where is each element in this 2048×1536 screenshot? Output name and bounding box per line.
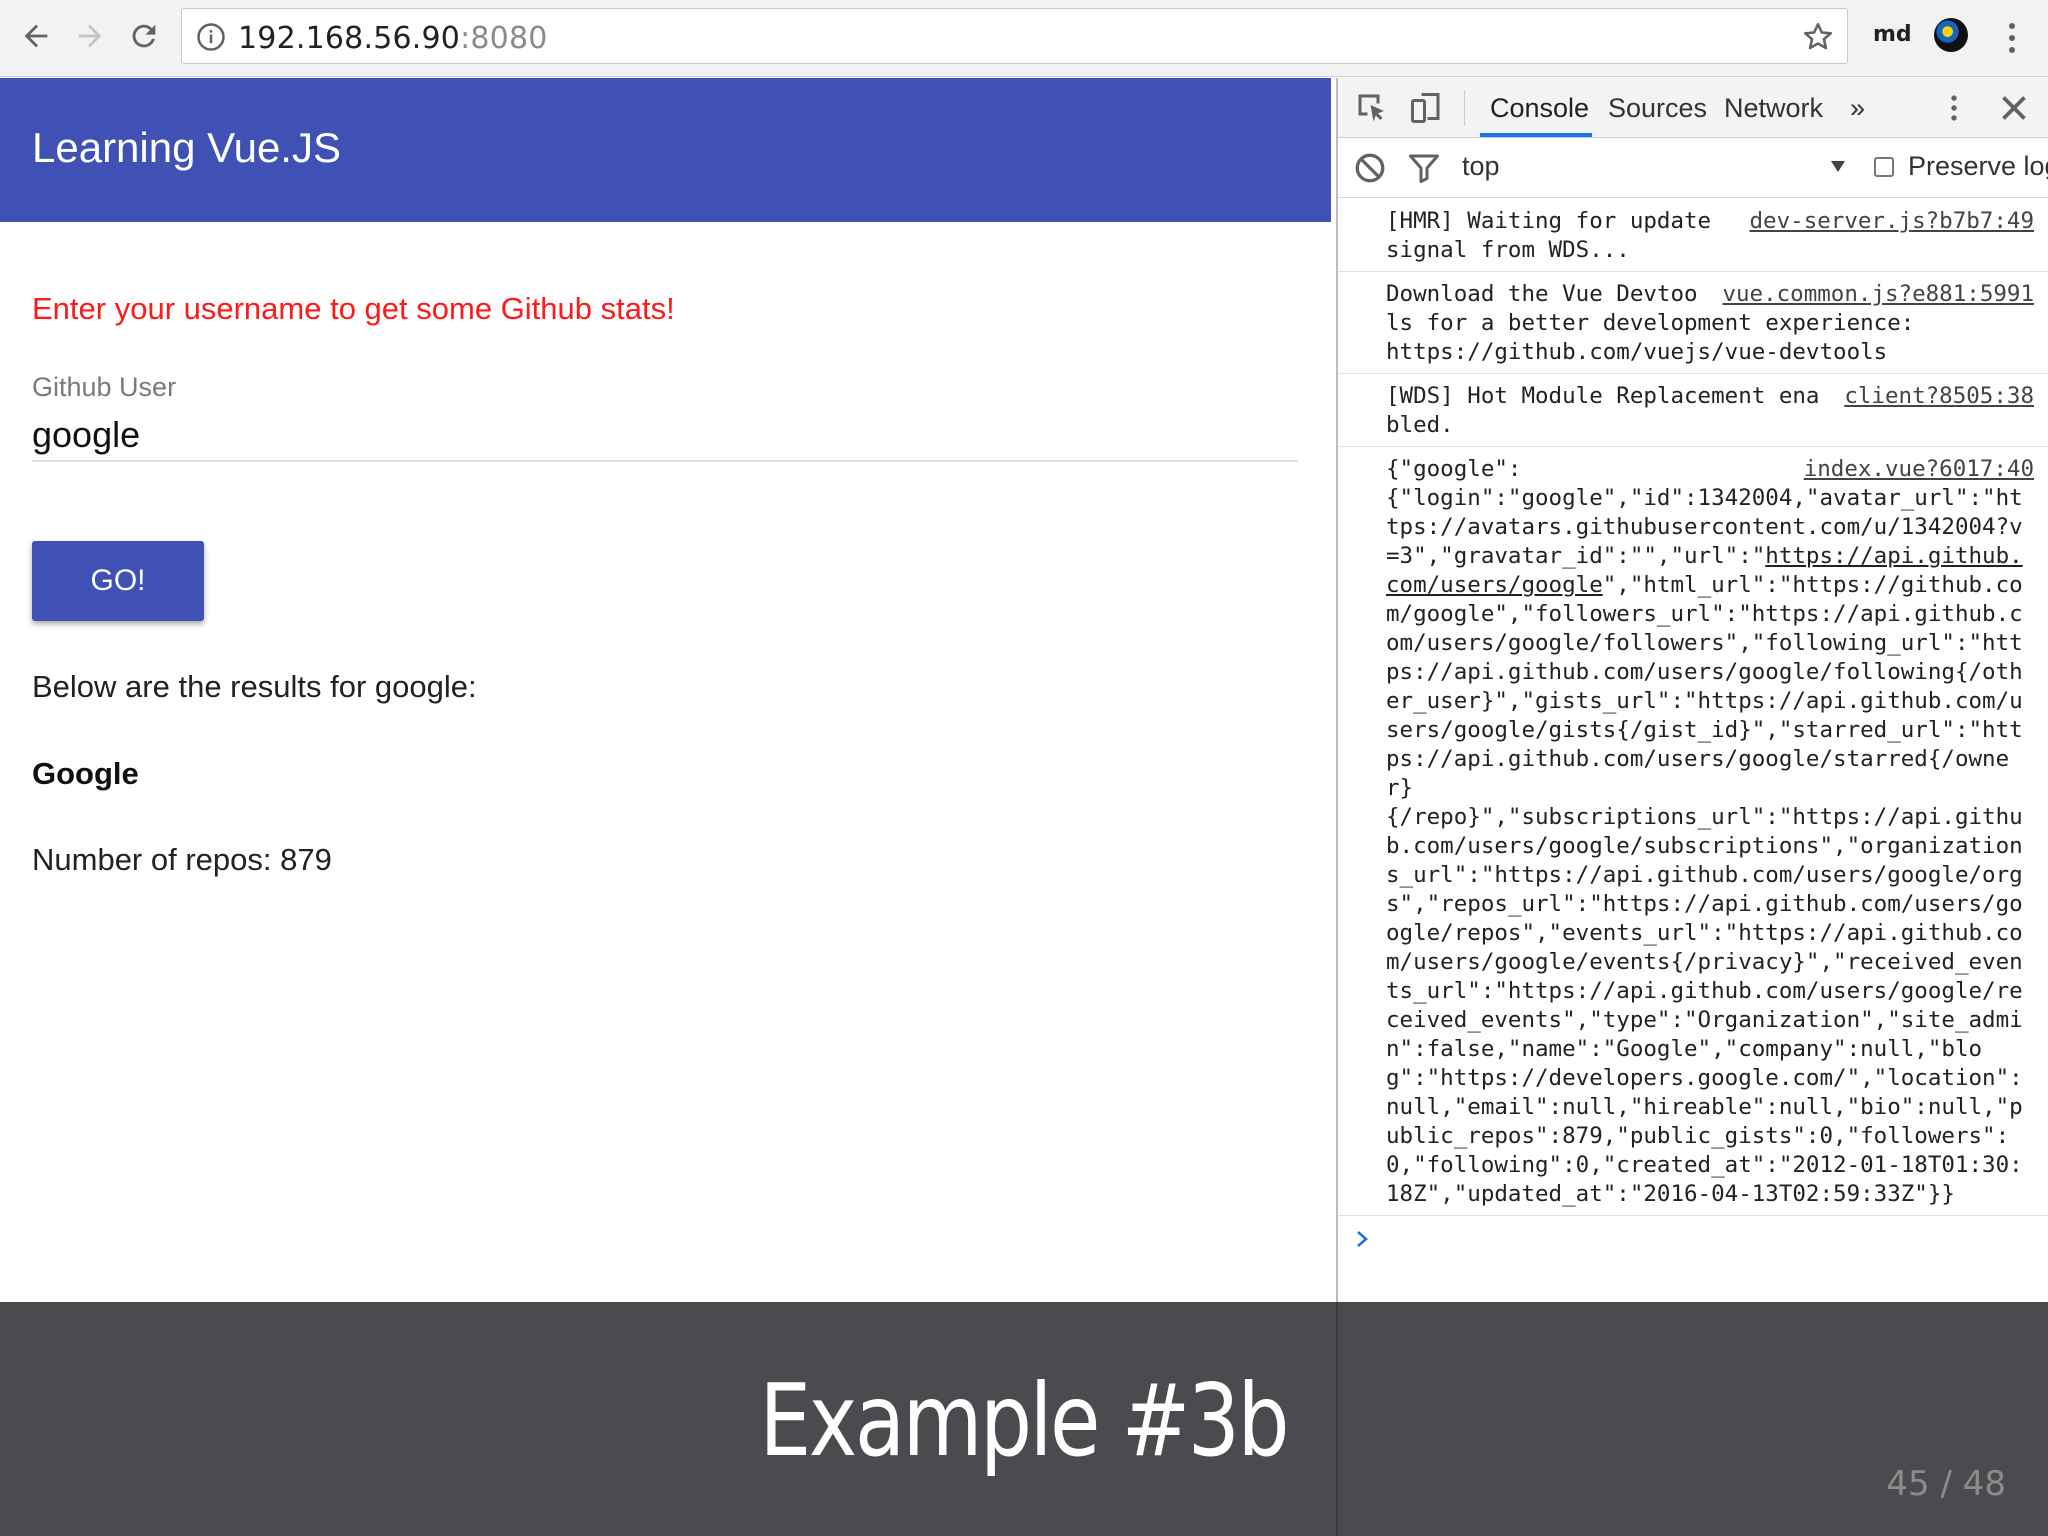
browser-toolbar: 192.168.56.90:8080 md <box>0 0 2048 77</box>
url-host: 192.168.56.90 <box>238 21 461 56</box>
repo-count: Number of repos: 879 <box>32 842 332 877</box>
tab-sources[interactable]: Sources <box>1608 93 1707 124</box>
console-message: index.vue?6017:40 {"google": {"login":"g… <box>1338 447 2048 1216</box>
devtools-menu-icon[interactable] <box>1942 90 1966 126</box>
clear-console-icon[interactable] <box>1352 150 1388 186</box>
console-message: vue.common.js?e881:5991 Download the Vue… <box>1338 272 2048 374</box>
github-user-label: Github User <box>32 372 177 402</box>
devtools-toolbar: Console Sources Network » <box>1338 78 2048 138</box>
reload-icon <box>132 24 156 48</box>
log-source-link[interactable]: vue.common.js?e881:5991 <box>1722 280 2034 309</box>
toolbar-separator <box>1464 90 1465 126</box>
preserve-log-checkbox[interactable] <box>1874 157 1894 177</box>
caret-down-icon[interactable] <box>1828 156 1848 176</box>
tab-more[interactable]: » <box>1850 93 1865 124</box>
url-port: :8080 <box>460 21 548 56</box>
log-text: [WDS] Hot Module Replacement enabled. <box>1386 383 1820 438</box>
app-title: Learning Vue.JS <box>32 124 341 171</box>
back-button[interactable] <box>14 14 58 58</box>
log-source-link[interactable]: dev-server.js?b7b7:49 <box>1750 207 2034 236</box>
console-message: client?8505:38 [WDS] Hot Module Replacem… <box>1338 374 2048 447</box>
log-source-link[interactable]: client?8505:38 <box>1844 382 2034 411</box>
preserve-log-label: Preserve log <box>1908 151 2048 181</box>
arrow-right-icon <box>78 24 102 48</box>
log-source-link[interactable]: index.vue?6017:40 <box>1804 455 2034 484</box>
inspect-element-icon[interactable] <box>1354 90 1390 126</box>
log-text: [HMR] Waiting for update signal from WDS… <box>1386 208 1725 263</box>
tab-network[interactable]: Network <box>1724 93 1823 124</box>
context-selector[interactable]: top <box>1462 151 1500 182</box>
console-output: dev-server.js?b7b7:49 [HMR] Waiting for … <box>1338 199 2048 1262</box>
device-toolbar-icon[interactable] <box>1408 90 1444 126</box>
tab-console[interactable]: Console <box>1490 93 1589 124</box>
slide-footer: Example #3b 45 / 48 <box>0 1302 2048 1536</box>
log-json-end: ","html_url":"https://github.com/google"… <box>1386 572 2023 1207</box>
arrow-left-icon <box>24 24 48 48</box>
github-user-input[interactable] <box>32 410 1298 462</box>
active-tab-indicator <box>1480 133 1592 137</box>
console-message: dev-server.js?b7b7:49 [HMR] Waiting for … <box>1338 199 2048 272</box>
slide-page-number: 45 / 48 <box>1886 1464 2006 1504</box>
forward-button[interactable] <box>68 14 112 58</box>
bookmark-star-icon[interactable] <box>1801 20 1835 54</box>
extension-icon[interactable] <box>1934 18 1968 52</box>
more-vertical-icon[interactable] <box>1998 18 2026 58</box>
url-text: 192.168.56.90:8080 <box>238 21 548 56</box>
devtools-panel: Console Sources Network » top Preserve l… <box>1336 78 2048 1302</box>
go-button[interactable]: GO! <box>32 541 204 621</box>
app-header: Learning Vue.JS <box>0 78 1331 222</box>
console-filter-bar: top Preserve log <box>1338 138 2048 198</box>
page-viewport: Learning Vue.JS Enter your username to g… <box>0 78 1336 1302</box>
info-icon[interactable] <box>196 22 226 52</box>
address-bar[interactable]: 192.168.56.90:8080 <box>181 8 1848 64</box>
chevron-right-icon <box>1357 1231 1368 1247</box>
results-heading: Below are the results for google: <box>32 669 477 704</box>
instruction-text: Enter your username to get some Github s… <box>32 291 675 326</box>
log-text: {"google": {"login":"google","id":134200… <box>1386 456 2023 1207</box>
filter-icon[interactable] <box>1406 150 1442 186</box>
org-name: Google <box>32 756 139 791</box>
slide-title: Example #3b <box>759 1362 1289 1479</box>
close-icon[interactable] <box>1996 90 2032 126</box>
console-prompt[interactable] <box>1338 1216 2048 1262</box>
reload-button[interactable] <box>122 14 166 58</box>
profile-label[interactable]: md <box>1873 22 1912 47</box>
